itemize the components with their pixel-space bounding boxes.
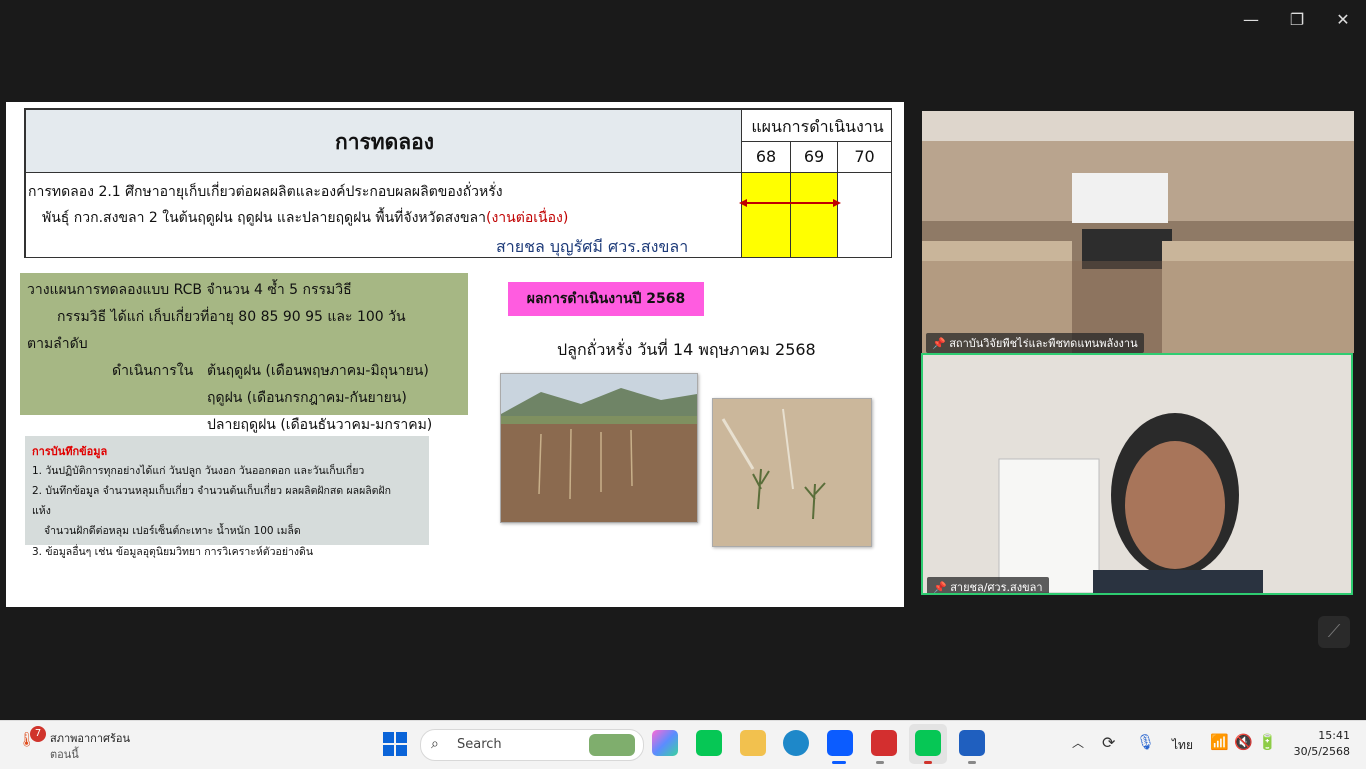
- records-item2a: 2. บันทึกข้อมูล จำนวนหลุมเก็บเกี่ยว จำนว…: [32, 485, 391, 497]
- clock-date[interactable]: 30/5/2568: [1280, 745, 1350, 758]
- word-running-indicator: [968, 761, 976, 764]
- line-app-icon[interactable]: [915, 730, 941, 756]
- search-placeholder: Search: [457, 737, 502, 752]
- language-indicator[interactable]: ไทย: [1172, 736, 1193, 755]
- acrobat-running-indicator: [876, 761, 884, 764]
- zoom-running-indicator: [832, 761, 846, 764]
- room-video: [922, 111, 1354, 353]
- word-icon[interactable]: [959, 730, 985, 756]
- copilot-icon[interactable]: [652, 730, 678, 756]
- zoom-ai-icon[interactable]: ⟋: [1318, 616, 1350, 648]
- field-photo: [500, 373, 698, 523]
- experiment-cell: การทดลอง 2.1 ศึกษาอายุเก็บเกี่ยวต่อผลผลิ…: [25, 172, 742, 258]
- file-explorer-icon[interactable]: [740, 730, 766, 756]
- design-line1: วางแผนการทดลองแบบ RCB จำนวน 4 ซ้ำ 5 กรรม…: [27, 282, 352, 298]
- wifi-icon[interactable]: 📶: [1210, 733, 1229, 751]
- line-running-indicator: [924, 761, 932, 764]
- records-item1: 1. วันปฏิบัติการทุกอย่างได้แก่ วันปลูก ว…: [32, 465, 365, 477]
- design-operation-label: ดำเนินการใน: [112, 363, 194, 379]
- seedling-photo: [712, 398, 872, 547]
- close-button[interactable]: ✕: [1328, 8, 1358, 32]
- restore-button[interactable]: ❐: [1282, 8, 1312, 32]
- season-rainy: ฤดูฝน (เดือนกรกฎาคม-กันยายน): [207, 390, 407, 406]
- speaker-name: สายชล/ศวร.สงขลา: [950, 581, 1043, 594]
- author: สายชล บุญรัศมี ศวร.สงขลา: [496, 237, 689, 256]
- records-item2c: จำนวนฝักดีต่อหลุม เปอร์เซ็นต์กะเทาะ น้ำห…: [44, 525, 301, 537]
- weather-subtitle: ตอนนี้: [50, 748, 79, 761]
- search-box[interactable]: ⌕ Search: [420, 729, 644, 761]
- plan-title: แผนการดำเนินงาน: [751, 117, 884, 136]
- acrobat-icon[interactable]: [871, 730, 897, 756]
- weather-badge: 7: [30, 726, 46, 742]
- clock-time[interactable]: 15:41: [1300, 729, 1350, 742]
- year-69-highlight: [790, 172, 838, 258]
- video-tile-speaker[interactable]: 📌 สายชล/ศวร.สงขลา: [921, 353, 1353, 595]
- plan-table: การทดลอง แผนการดำเนินงาน 68 69 70 การทดล…: [24, 108, 892, 258]
- pin-icon: 📌: [933, 581, 947, 594]
- planting-date: ปลูกถั่วหรั่ง วันที่ 14 พฤษภาคม 2568: [557, 340, 816, 359]
- experiment-line2-main: พันธุ์ กวก.สงขลา 2 ในต้นฤดูฝน ฤดูฝน และป…: [42, 210, 486, 226]
- year-70: 70: [837, 141, 892, 173]
- line-icon[interactable]: [696, 730, 722, 756]
- field-photo-image: [501, 374, 697, 522]
- taskbar: [0, 720, 1366, 769]
- season-early: ต้นฤดูฝน (เดือนพฤษภาคม-มิถุนายน): [207, 363, 429, 379]
- windows-start-icon[interactable]: [383, 732, 407, 756]
- room-namebar: 📌 สถาบันวิจัยพืชไร่และพืชทดแทนพลังงาน: [926, 333, 1144, 353]
- speaker-namebar: 📌 สายชล/ศวร.สงขลา: [927, 577, 1049, 594]
- records-title: การบันทึกข้อมูล: [32, 445, 108, 458]
- year-69: 69: [790, 141, 838, 173]
- year-68: 68: [741, 141, 791, 173]
- microphone-icon[interactable]: 🎙: [1136, 733, 1155, 751]
- season-late: ปลายฤดูฝน (เดือนธันวาคม-มกราคม): [207, 417, 433, 433]
- speaker-video: [923, 355, 1351, 593]
- table-title: การทดลอง: [334, 130, 434, 154]
- table-header-title-cell: การทดลอง: [25, 109, 742, 173]
- continuing-note: (งานต่อเนื่อง): [486, 210, 569, 226]
- volume-icon[interactable]: 🔇: [1234, 733, 1253, 751]
- room-name: สถาบันวิจัยพืชไร่และพืชทดแทนพลังงาน: [949, 337, 1138, 350]
- zoom-icon[interactable]: [827, 730, 853, 756]
- year-70-empty: [837, 172, 892, 258]
- minimize-button[interactable]: —: [1236, 8, 1266, 32]
- records-item2b: แห้ง: [32, 505, 51, 517]
- duration-arrow: [739, 199, 841, 207]
- year-68-highlight: [741, 172, 791, 258]
- sync-icon[interactable]: ⟳: [1102, 733, 1115, 752]
- experiment-line1: การทดลอง 2.1 ศึกษาอายุเก็บเกี่ยวต่อผลผลิ…: [28, 184, 503, 200]
- edge-icon[interactable]: [783, 730, 809, 756]
- search-highlight-icon: [589, 734, 635, 756]
- design-line2: กรรมวิธี ได้แก่ เก็บเกี่ยวที่อายุ 80 85 …: [57, 309, 406, 325]
- search-icon: ⌕: [431, 736, 439, 752]
- battery-icon[interactable]: 🔋: [1258, 733, 1277, 751]
- experiment-line2: พันธุ์ กวก.สงขลา 2 ในต้นฤดูฝน ฤดูฝน และป…: [42, 207, 568, 229]
- plan-header-cell: แผนการดำเนินงาน: [741, 109, 892, 142]
- shared-slide: การทดลอง แผนการดำเนินงาน 68 69 70 การทดล…: [6, 102, 904, 607]
- seedling-photo-image: [713, 399, 871, 546]
- design-line3: ตามลำดับ: [27, 336, 88, 352]
- records-item3: 3. ข้อมูลอื่นๆ เช่น ข้อมูลอุตุนิยมวิทยา …: [32, 546, 313, 558]
- chevron-up-icon[interactable]: ︿: [1072, 734, 1084, 751]
- results-badge: ผลการดำเนินงานปี 2568: [508, 282, 704, 316]
- video-tile-room[interactable]: 📌 สถาบันวิจัยพืชไร่และพืชทดแทนพลังงาน: [922, 111, 1354, 353]
- pin-icon: 📌: [932, 337, 946, 350]
